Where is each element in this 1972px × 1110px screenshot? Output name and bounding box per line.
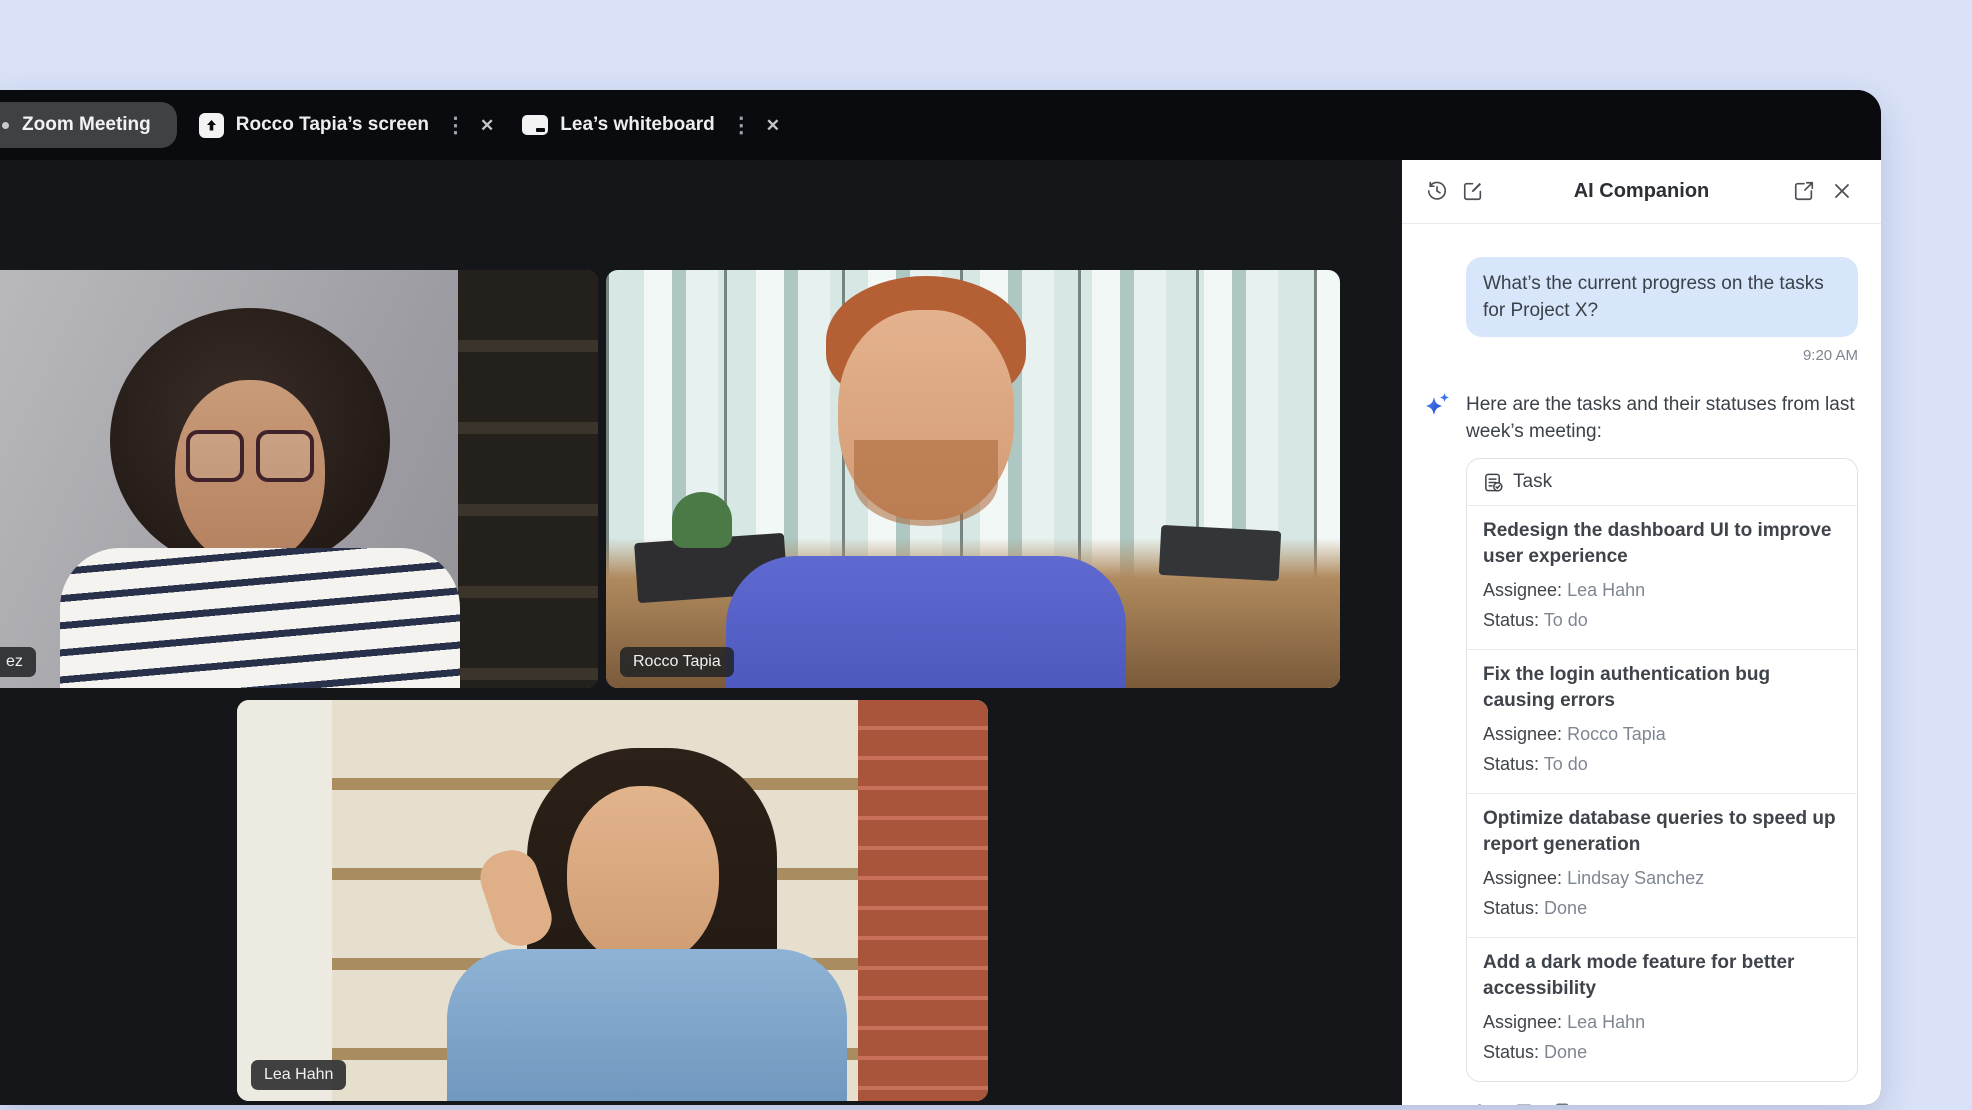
thumbs-up-icon[interactable] [1466, 1099, 1492, 1105]
ai-panel-header: AI Companion [1402, 160, 1881, 224]
participant-video-lindsay[interactable]: ez [0, 270, 598, 688]
tab-rocco-menu-icon[interactable]: ⋮ [445, 115, 466, 136]
user-message-bubble: What’s the current progress on the tasks… [1466, 257, 1858, 337]
whiteboard-icon [522, 115, 548, 135]
tab-lea-close-icon[interactable]: ✕ [766, 117, 780, 134]
tab-rocco-screen[interactable]: Rocco Tapia’s screen ⋮ ✕ [199, 113, 495, 138]
video-stage: ez Rocco Tapia Lea Hahn [0, 160, 1402, 1105]
copy-icon[interactable] [1552, 1099, 1578, 1105]
task-card: Task Redesign the dashboard UI to improv… [1466, 458, 1858, 1082]
tab-lea-menu-icon[interactable]: ⋮ [731, 115, 752, 136]
task-assignee: Assignee: Lea Hahn [1483, 1007, 1841, 1037]
open-in-window-icon[interactable] [1791, 178, 1817, 204]
tab-rocco-close-icon[interactable]: ✕ [480, 117, 494, 134]
tab-bar: Zoom Meeting Rocco Tapia’s screen ⋮ ✕ Le… [0, 90, 1881, 160]
new-chat-icon[interactable] [1460, 178, 1486, 204]
tab-lea-whiteboard[interactable]: Lea’s whiteboard ⋮ ✕ [522, 114, 780, 136]
task-row: Optimize database queries to speed up re… [1467, 794, 1857, 938]
tab-lea-whiteboard-label: Lea’s whiteboard [560, 114, 715, 136]
task-row: Fix the login authentication bug causing… [1467, 650, 1857, 794]
task-status: Status: Done [1483, 1037, 1841, 1067]
name-tag: ez [0, 647, 36, 677]
zoom-app-window: Zoom Meeting Rocco Tapia’s screen ⋮ ✕ Le… [0, 90, 1881, 1105]
share-screen-icon [199, 113, 224, 138]
task-assignee: Assignee: Rocco Tapia [1483, 719, 1841, 749]
chat-messages: What’s the current progress on the tasks… [1402, 224, 1881, 1105]
task-card-header: Task [1467, 459, 1857, 506]
task-assignee: Assignee: Lindsay Sanchez [1483, 863, 1841, 893]
name-tag: Lea Hahn [251, 1060, 346, 1090]
tab-zoom-meeting[interactable]: Zoom Meeting [0, 102, 177, 148]
history-icon[interactable] [1424, 178, 1450, 204]
task-status: Status: Done [1483, 893, 1841, 923]
close-panel-icon[interactable] [1829, 178, 1855, 204]
meeting-status-dot-icon [2, 122, 9, 129]
response-feedback-bar [1466, 1099, 1858, 1105]
task-row: Redesign the dashboard UI to improve use… [1467, 506, 1857, 650]
tab-zoom-meeting-label: Zoom Meeting [22, 114, 151, 136]
name-tag: Rocco Tapia [620, 647, 734, 677]
bookshelf-decor [458, 270, 598, 688]
task-title: Add a dark mode feature for better acces… [1483, 950, 1841, 1002]
message-timestamp: 9:20 AM [1466, 347, 1858, 364]
participant-video-rocco[interactable]: Rocco Tapia [606, 270, 1340, 688]
tab-rocco-screen-label: Rocco Tapia’s screen [236, 114, 429, 136]
task-title: Redesign the dashboard UI to improve use… [1483, 518, 1841, 570]
task-row: Add a dark mode feature for better acces… [1467, 938, 1857, 1081]
task-status: Status: To do [1483, 749, 1841, 779]
ai-response-intro: Here are the tasks and their statuses fr… [1466, 391, 1858, 445]
ai-response: Here are the tasks and their statuses fr… [1466, 391, 1858, 1105]
ai-companion-sparkle-icon [1423, 391, 1453, 421]
ai-companion-panel: AI Companion [1402, 160, 1881, 1105]
task-title: Fix the login authentication bug causing… [1483, 662, 1841, 714]
task-title: Optimize database queries to speed up re… [1483, 806, 1841, 858]
thumbs-down-icon[interactable] [1509, 1099, 1535, 1105]
task-list-icon [1483, 472, 1504, 493]
participant-video-lea[interactable]: Lea Hahn [237, 700, 988, 1101]
task-assignee: Assignee: Lea Hahn [1483, 575, 1841, 605]
task-status: Status: To do [1483, 605, 1841, 635]
task-card-header-label: Task [1513, 471, 1552, 493]
